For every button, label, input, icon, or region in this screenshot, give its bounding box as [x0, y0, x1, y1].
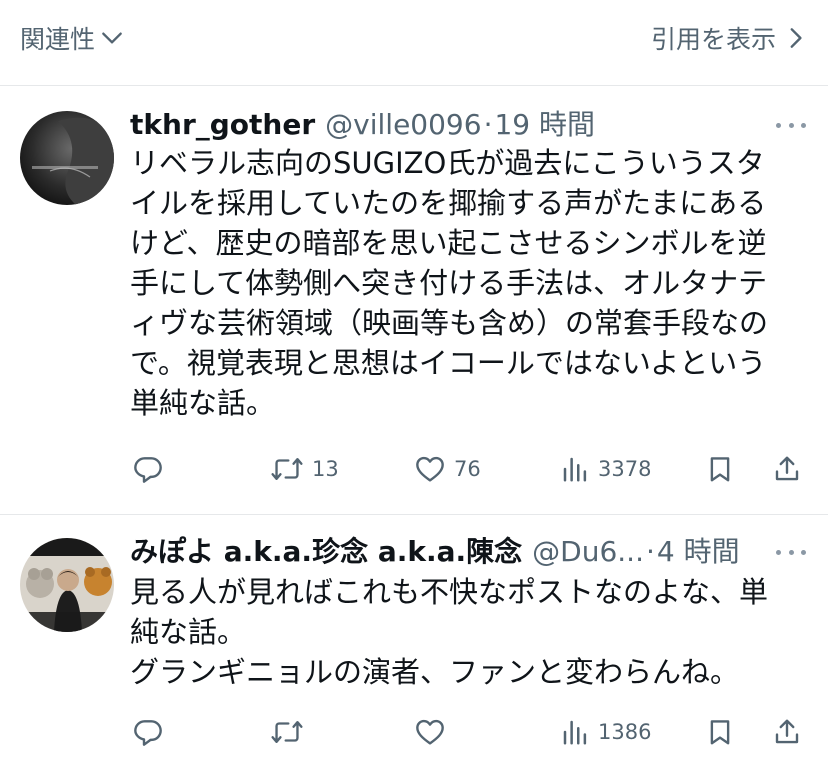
separator: · [645, 535, 655, 568]
repost-icon [271, 721, 303, 743]
more-icon[interactable] [776, 120, 806, 130]
reply-button[interactable] [132, 449, 172, 489]
share-icon [775, 719, 799, 744]
post-header: tkhr_gother @ville0096 · 19 時間 [130, 107, 595, 143]
views-icon [563, 457, 587, 482]
view-count: 3378 [598, 457, 652, 481]
like-button[interactable]: 76 [414, 449, 481, 489]
bookmark-button[interactable] [705, 449, 735, 489]
repost-button[interactable]: 13 [270, 449, 339, 489]
repost-icon [271, 458, 303, 480]
post-text: リベラル志向のSUGIZO氏が過去にこういうスタ イルを採用していたのを揶揄する… [130, 146, 769, 420]
views-button[interactable]: 1386 [560, 712, 651, 752]
post-header: みぽよ a.k.a.珍念 a.k.a.陳念 @Du6... · 4 時間 [130, 534, 740, 570]
show-quotes-label: 引用を表示 [650, 25, 776, 54]
reply-icon [134, 457, 162, 483]
reply-button[interactable] [132, 712, 172, 752]
sort-label: 関連性 [20, 25, 96, 54]
avatar[interactable] [20, 538, 114, 632]
post-actions: 13 76 3378 [130, 449, 810, 489]
heart-icon [416, 456, 444, 482]
display-name[interactable]: みぽよ a.k.a.珍念 a.k.a.陳念 [130, 534, 522, 570]
repost-button[interactable] [270, 712, 312, 752]
post-actions: 1386 [130, 712, 810, 752]
chevron-down-icon [102, 32, 122, 44]
separator: · [483, 108, 493, 141]
avatar[interactable] [20, 111, 114, 205]
display-name[interactable]: tkhr_gother [130, 107, 315, 143]
user-handle[interactable]: @Du6... [532, 534, 644, 570]
replies-header-bar: 関連性 引用を表示 [0, 0, 828, 86]
bookmark-button[interactable] [705, 712, 735, 752]
bookmark-icon [710, 720, 730, 745]
views-icon [563, 720, 587, 745]
bookmark-icon [710, 457, 730, 482]
repost-count: 13 [312, 457, 339, 481]
user-handle[interactable]: @ville0096 [325, 107, 481, 143]
share-icon [775, 456, 799, 481]
post-text: 見る人が見ればこれも不快なポストなのよな、単 純な話。 グランギニョルの演者、フ… [130, 575, 769, 689]
post-time[interactable]: 19 時間 [494, 107, 595, 143]
reply-post[interactable]: みぽよ a.k.a.珍念 a.k.a.陳念 @Du6... · 4 時間 見る人… [0, 516, 828, 758]
reply-post[interactable]: tkhr_gother @ville0096 · 19 時間 リベラル志向のSU… [0, 87, 828, 515]
like-count: 76 [454, 457, 481, 481]
like-button[interactable] [414, 712, 454, 752]
sort-dropdown[interactable]: 関連性 [20, 20, 125, 56]
share-button[interactable] [772, 449, 802, 489]
reply-icon [134, 720, 162, 746]
heart-icon [416, 719, 444, 745]
chevron-right-icon [790, 28, 802, 48]
show-quotes-link[interactable]: 引用を表示 [651, 20, 806, 56]
views-button[interactable]: 3378 [560, 449, 651, 489]
more-icon[interactable] [776, 547, 806, 557]
view-count: 1386 [598, 720, 652, 744]
post-time[interactable]: 4 時間 [657, 534, 740, 570]
share-button[interactable] [772, 712, 802, 752]
